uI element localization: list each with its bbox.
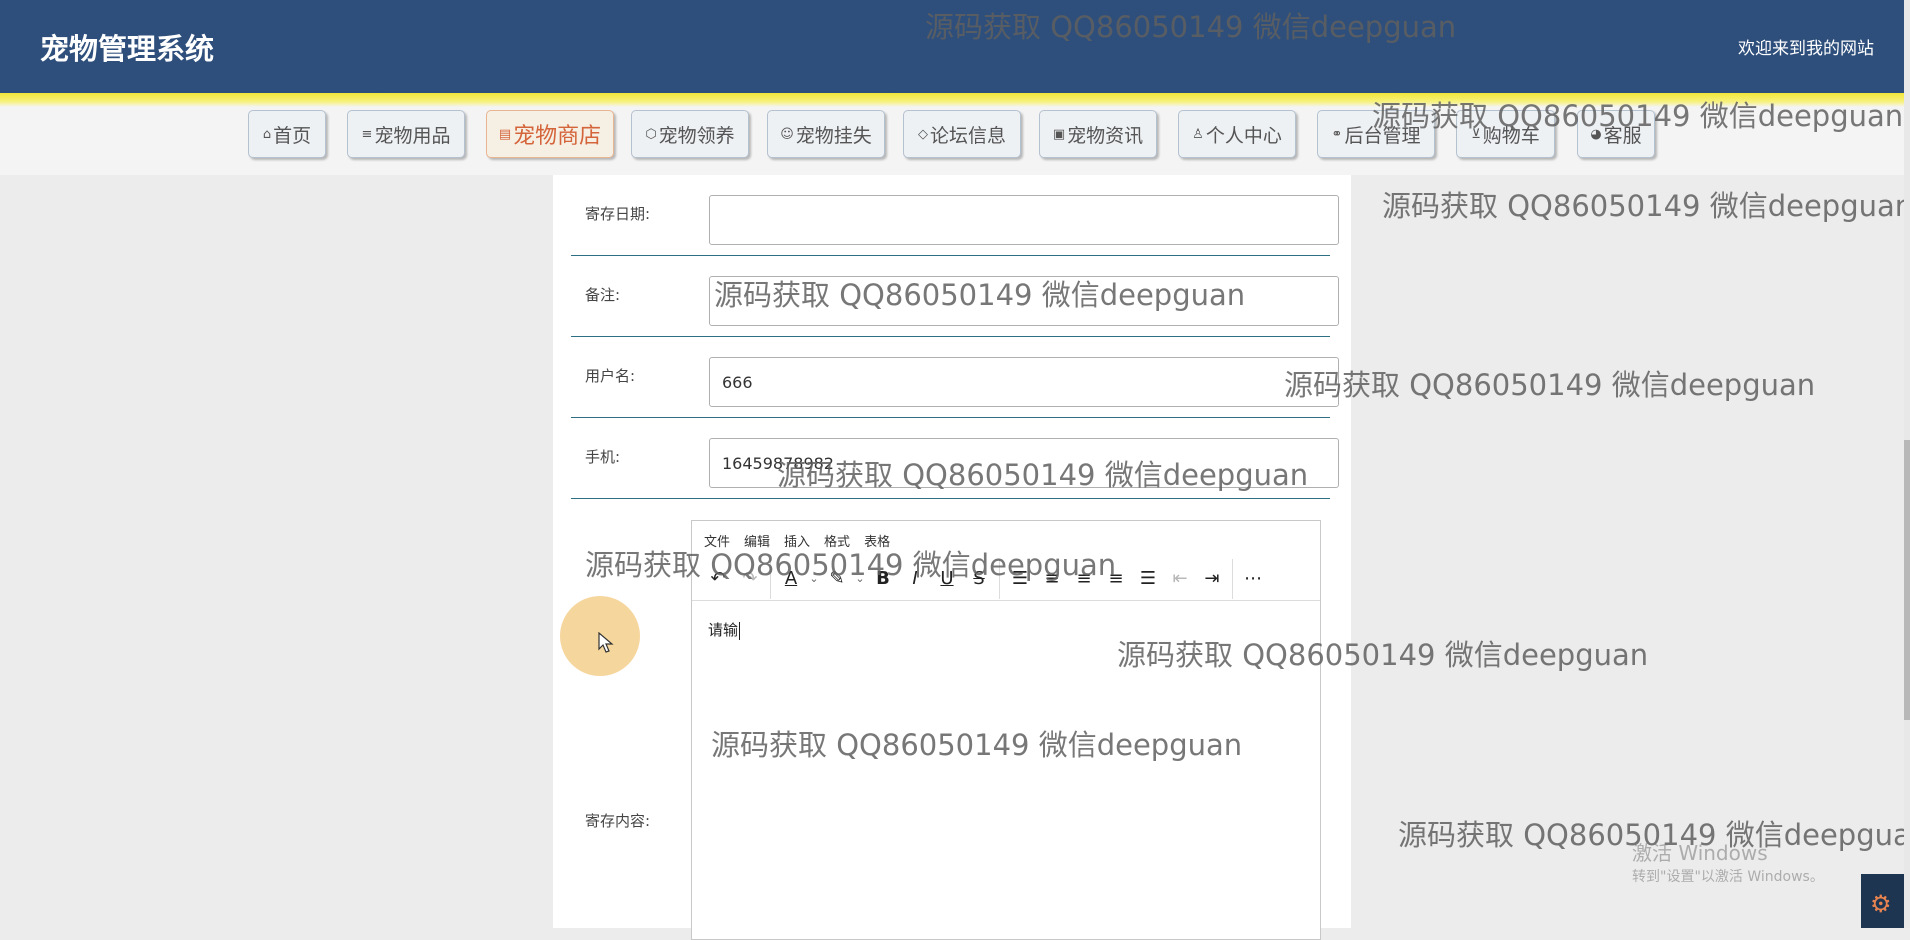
more-icon[interactable]: ⋯ xyxy=(1237,563,1269,595)
page-scrollbar[interactable] xyxy=(1904,0,1910,928)
toolbar-divider xyxy=(1232,558,1233,599)
windows-activation-notice: 激活 Windows 转到"设置"以激活 Windows。 xyxy=(1632,837,1824,886)
watermark-text: 源码获取 QQ86050149 微信deepguan xyxy=(711,728,1243,762)
news-icon: ▣ xyxy=(1052,126,1066,142)
nav-home[interactable]: ⌂ 首页 xyxy=(248,110,326,158)
watermark-text: 源码获取 QQ86050149 微信deepguan xyxy=(585,548,1117,582)
username-label: 用户名: xyxy=(585,367,636,385)
welcome-text: 欢迎来到我的网站 xyxy=(1738,39,1874,59)
tag-icon: ◇ xyxy=(917,126,928,142)
storage-date-label: 寄存日期: xyxy=(585,205,651,223)
box-icon: ⬡ xyxy=(645,126,657,142)
nav-label: 宠物用品 xyxy=(374,124,451,147)
editor-text: 请输 xyxy=(708,621,739,639)
gear-icon: ⚙ xyxy=(1870,890,1892,918)
nav-label: 宠物领养 xyxy=(658,124,735,147)
remark-label: 备注: xyxy=(585,286,621,304)
justify-icon[interactable]: ☰ xyxy=(1132,563,1164,595)
watermark-text: 源码获取 QQ86050149 微信deepguan xyxy=(1372,99,1904,133)
mouse-cursor-icon xyxy=(598,632,614,653)
phone-label: 手机: xyxy=(585,448,621,466)
nav-label: 首页 xyxy=(273,124,312,147)
smile-icon: ☺ xyxy=(780,126,794,142)
nav-pet-lost[interactable]: ☺ 宠物挂失 xyxy=(767,110,885,158)
nav-personal-center[interactable]: ♙ 个人中心 xyxy=(1178,110,1296,158)
nav-label: 宠物资讯 xyxy=(1067,124,1144,147)
watermark-text: 源码获取 QQ86050149 微信deepguan xyxy=(714,278,1246,312)
watermark-text: 源码获取 QQ86050149 微信deepguan xyxy=(1284,368,1816,402)
home-icon: ⌂ xyxy=(262,126,272,142)
scrollbar-thumb[interactable] xyxy=(1904,440,1910,720)
site-title: 宠物管理系统 xyxy=(40,32,215,66)
activation-title: 激活 Windows xyxy=(1632,841,1768,865)
nav-label: 个人中心 xyxy=(1205,124,1282,147)
indent-icon[interactable]: ⇥ xyxy=(1196,563,1228,595)
editor-content[interactable]: 请输 xyxy=(708,619,741,640)
link-icon: ⚭ xyxy=(1331,126,1343,142)
username-input[interactable] xyxy=(709,357,1339,407)
nav-pet-shop[interactable]: ▤ 宠物商店 xyxy=(486,110,614,158)
watermark-text: 源码获取 QQ86050149 微信deepguan xyxy=(925,10,1457,44)
shop-icon: ▤ xyxy=(498,126,512,142)
nav-label: 论坛信息 xyxy=(929,124,1006,147)
watermark-text: 源码获取 QQ86050149 微信deepguan xyxy=(1117,638,1649,672)
watermark-text: 源码获取 QQ86050149 微信deepguan xyxy=(1382,189,1910,223)
user-icon: ♙ xyxy=(1192,126,1204,142)
outdent-icon[interactable]: ⇤ xyxy=(1164,563,1196,595)
nav-pet-supplies[interactable]: ≡ 宠物用品 xyxy=(347,110,465,158)
form-row-storage-date: 寄存日期: xyxy=(571,175,1339,256)
sliders-icon: ≡ xyxy=(361,126,373,142)
watermark-text: 源码获取 QQ86050149 微信deepguan xyxy=(777,458,1309,492)
nav-pet-adoption[interactable]: ⬡ 宠物领养 xyxy=(631,110,749,158)
nav-label: 宠物挂失 xyxy=(795,124,872,147)
text-caret xyxy=(739,621,741,640)
storage-content-label: 寄存内容: xyxy=(585,812,651,830)
storage-date-input[interactable] xyxy=(709,195,1339,245)
activation-subtitle: 转到"设置"以激活 Windows。 xyxy=(1632,869,1824,885)
form-row-username: 用户名: xyxy=(571,337,1339,418)
taskbar-app-tile[interactable]: ⚙ xyxy=(1861,874,1904,928)
nav-pet-news[interactable]: ▣ 宠物资讯 xyxy=(1039,110,1157,158)
nav-forum[interactable]: ◇ 论坛信息 xyxy=(903,110,1021,158)
nav-label: 宠物商店 xyxy=(513,124,602,149)
